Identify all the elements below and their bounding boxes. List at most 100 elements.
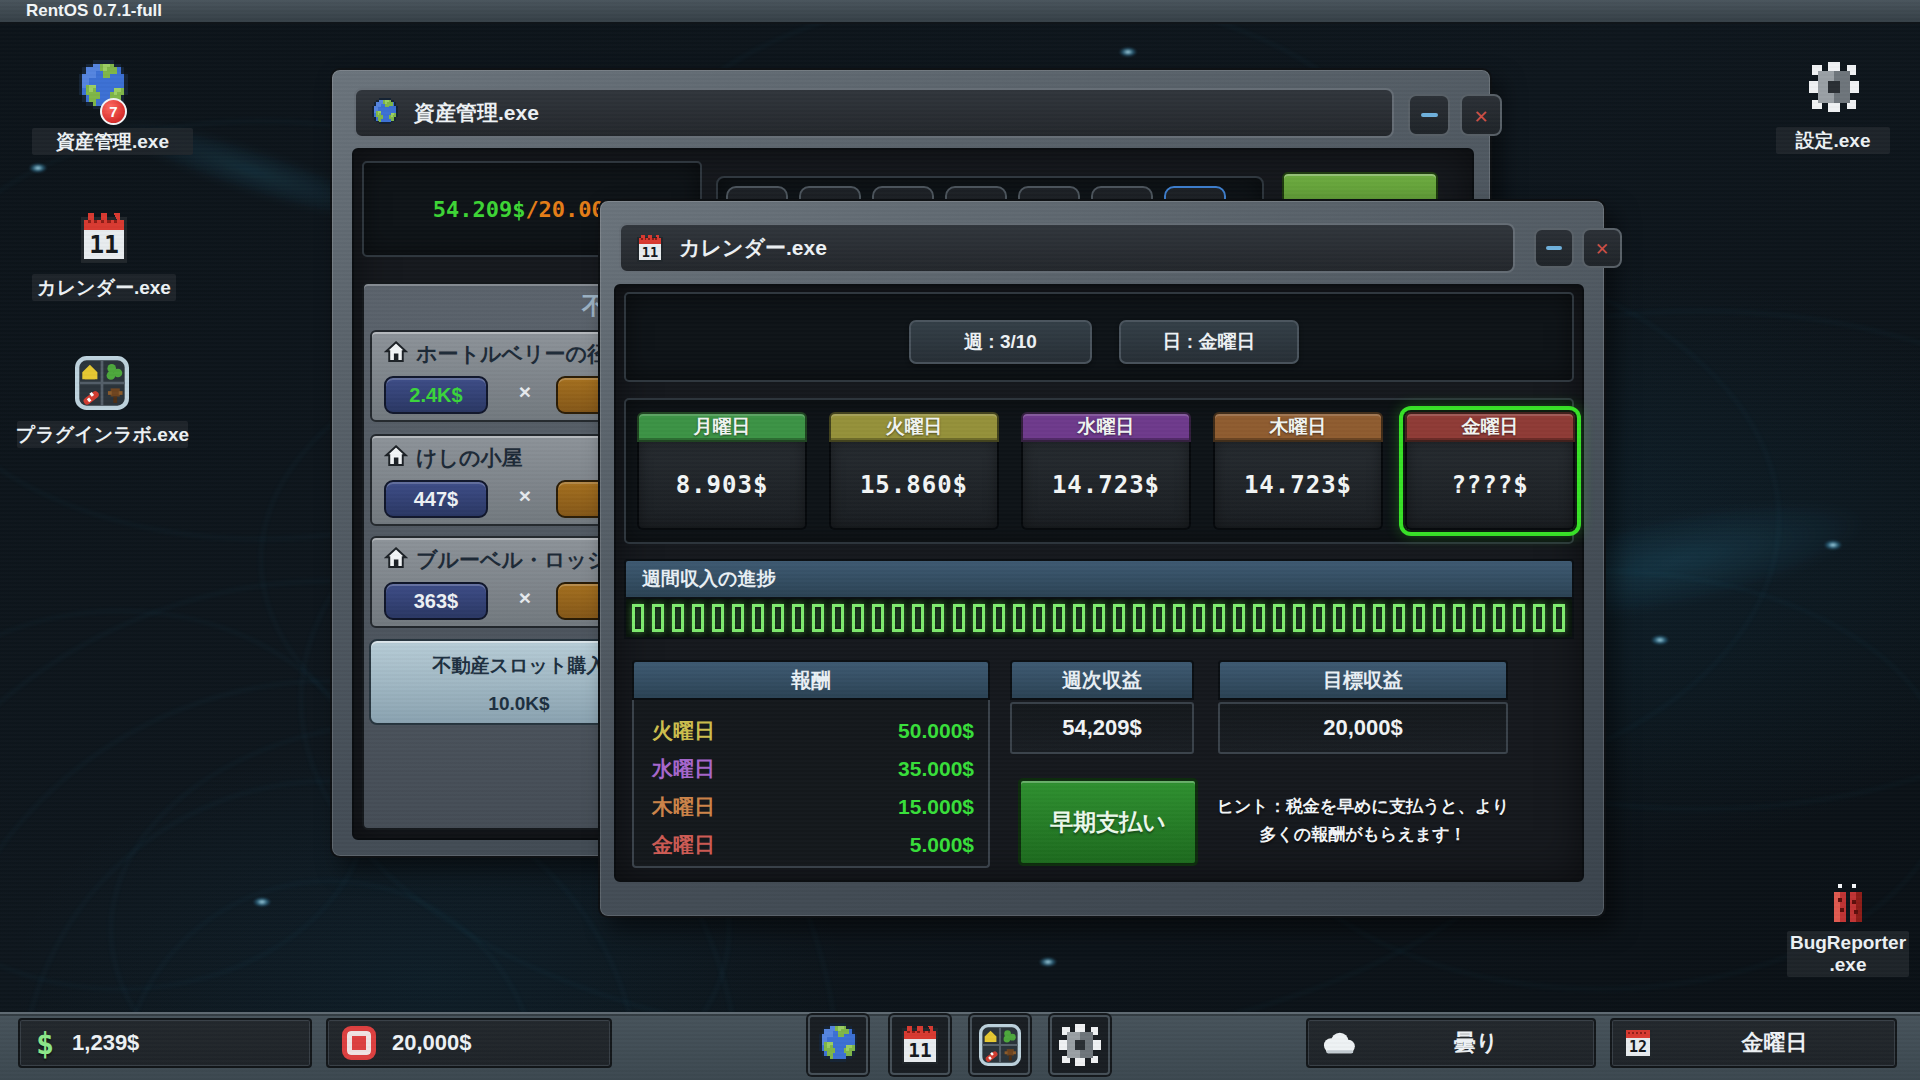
reward-row-1-day: 火曜日: [652, 717, 715, 745]
taskbar-button-calendar[interactable]: 11: [890, 1015, 950, 1075]
bug-icon: [1826, 884, 1870, 928]
reward-row-4: 金曜日 5.000$: [652, 826, 974, 863]
gear-icon: [1809, 62, 1859, 112]
property-3-name: ブルーベル・ロッジ: [416, 546, 608, 574]
progress-segment: [1233, 604, 1245, 632]
house-icon: [384, 340, 408, 364]
progress-segment: [792, 604, 804, 632]
reward-row-1-amount: 50.000$: [898, 719, 974, 743]
progress-segment: [852, 604, 864, 632]
reward-row-3-day: 木曜日: [652, 793, 715, 821]
taskbar-button-plugin-lab[interactable]: [970, 1015, 1030, 1075]
weekly-income-value: 54,209$: [1010, 702, 1194, 754]
progress-segment: [1533, 604, 1545, 632]
desktop: RentOS 0.7.1-full 7 資産管理.exe 11 カレンダー.ex…: [0, 0, 1920, 1080]
early-payment-button[interactable]: 早期支払い: [1018, 778, 1198, 866]
cloud-icon: [1320, 1030, 1358, 1056]
reward-row-4-day: 金曜日: [652, 831, 715, 859]
property-1-name: ホートルベリーの径: [416, 340, 608, 368]
progress-segment: [652, 604, 664, 632]
taskbar-button-asset-manager[interactable]: [808, 1015, 868, 1075]
hint-text: ヒント：税金を早めに支払うと、より 多くの報酬がもらえます！: [1213, 793, 1513, 849]
progress-segment: [1333, 604, 1345, 632]
asset-window-close-button[interactable]: ✕: [1460, 94, 1502, 136]
close-icon: ✕: [1596, 236, 1609, 260]
progress-segment: [1213, 604, 1225, 632]
rewards-header: 報酬: [632, 660, 990, 700]
progress-segment: [1453, 604, 1465, 632]
progress-segment: [1393, 604, 1405, 632]
calendar-window-titlebar[interactable]: 11 カレンダー.exe: [619, 223, 1515, 273]
desktop-icon-bugreporter-label[interactable]: BugReporter.exe: [1787, 931, 1909, 977]
desktop-icon-bugreporter[interactable]: [1826, 884, 1870, 928]
desktop-icon-calendar-label[interactable]: カレンダー.exe: [32, 274, 176, 301]
reward-row-2: 水曜日 35.000$: [652, 750, 974, 787]
progress-segment: [1293, 604, 1305, 632]
target-income-value: 20,000$: [1218, 702, 1508, 754]
property-1-price-button[interactable]: 2.4K$: [384, 376, 488, 414]
progress-segment: [1153, 604, 1165, 632]
taskbar-goal-value: 20,000$: [392, 1030, 472, 1056]
asset-money-current: 54.209$: [433, 197, 526, 222]
asset-window-minimize-button[interactable]: [1408, 94, 1450, 136]
calendar-window-icon: 11: [635, 233, 665, 264]
progress-segment: [1413, 604, 1425, 632]
day-card-4-amount: 14.723$: [1213, 442, 1383, 530]
desktop-icon-settings-label[interactable]: 設定.exe: [1776, 127, 1890, 154]
reward-row-3-amount: 15.000$: [898, 795, 974, 819]
house-icon: [384, 444, 408, 468]
asset-window-icon: [370, 98, 400, 128]
property-2-price-button[interactable]: 447$: [384, 480, 488, 518]
asset-window-titlebar[interactable]: 資産管理.exe: [354, 88, 1394, 138]
money-icon: $: [36, 1026, 54, 1061]
progress-segment: [1553, 604, 1565, 632]
taskbar-money-display: $ 1,239$: [18, 1018, 312, 1068]
progress-segment: [973, 604, 985, 632]
progress-segment: [1513, 604, 1525, 632]
rewards-table: 火曜日 50.000$ 水曜日 35.000$ 木曜日 15.000$ 金曜日 5.0…: [632, 700, 990, 868]
hint-line-2: 多くの報酬がもらえます！: [1213, 821, 1513, 849]
calendar-icon: 11: [899, 1023, 941, 1067]
day-card-3: 水曜日 14.723$: [1021, 412, 1191, 530]
progress-segment: [812, 604, 824, 632]
desktop-icon-asset-manager[interactable]: 7: [75, 60, 131, 116]
taskbar-button-settings[interactable]: [1050, 1015, 1110, 1075]
progress-segment: [1033, 604, 1045, 632]
target-income-header: 目標収益: [1218, 660, 1508, 700]
day-card-2: 火曜日 15.860$: [829, 412, 999, 530]
calendar-window-minimize-button[interactable]: [1534, 228, 1574, 268]
day-card-2-header: 火曜日: [829, 412, 999, 442]
taskbar-money-value: 1,239$: [72, 1030, 139, 1056]
week-indicator-button[interactable]: 週 : 3/10: [909, 320, 1092, 364]
progress-segment: [1013, 604, 1025, 632]
property-3-price-button[interactable]: 363$: [384, 582, 488, 620]
desktop-icon-asset-manager-label[interactable]: 資産管理.exe: [32, 128, 193, 155]
reward-row-2-day: 水曜日: [652, 755, 715, 783]
desktop-icon-settings[interactable]: [1809, 62, 1859, 112]
taskbar-weather-value: 曇り: [1358, 1028, 1594, 1058]
desktop-icon-plugin-lab-label[interactable]: プラグインラボ.exe: [17, 421, 188, 448]
day-card-3-header: 水曜日: [1021, 412, 1191, 442]
progress-segment: [1253, 604, 1265, 632]
progress-segment: [1113, 604, 1125, 632]
close-icon: ✕: [1474, 103, 1487, 128]
desktop-icon-plugin-lab[interactable]: [75, 356, 129, 410]
progress-segment: [1133, 604, 1145, 632]
gear-icon: [1059, 1024, 1101, 1066]
calendar-window-title: カレンダー.exe: [679, 234, 827, 262]
day-indicator-button[interactable]: 日 : 金曜日: [1119, 320, 1299, 364]
day-card-4: 木曜日 14.723$: [1213, 412, 1383, 530]
property-3-multiply-label: ×: [510, 586, 540, 610]
day-card-1-header: 月曜日: [637, 412, 807, 442]
progress-segment: [892, 604, 904, 632]
desktop-icon-calendar[interactable]: 11: [77, 210, 131, 266]
progress-segment: [692, 604, 704, 632]
asset-window-title: 資産管理.exe: [414, 99, 539, 127]
calendar-window-close-button[interactable]: ✕: [1582, 228, 1622, 268]
progress-segment: [1493, 604, 1505, 632]
progress-segment: [912, 604, 924, 632]
progress-segment: [1433, 604, 1445, 632]
progress-segment: [872, 604, 884, 632]
property-2-name: けしの小屋: [416, 444, 522, 472]
progress-segment: [1313, 604, 1325, 632]
